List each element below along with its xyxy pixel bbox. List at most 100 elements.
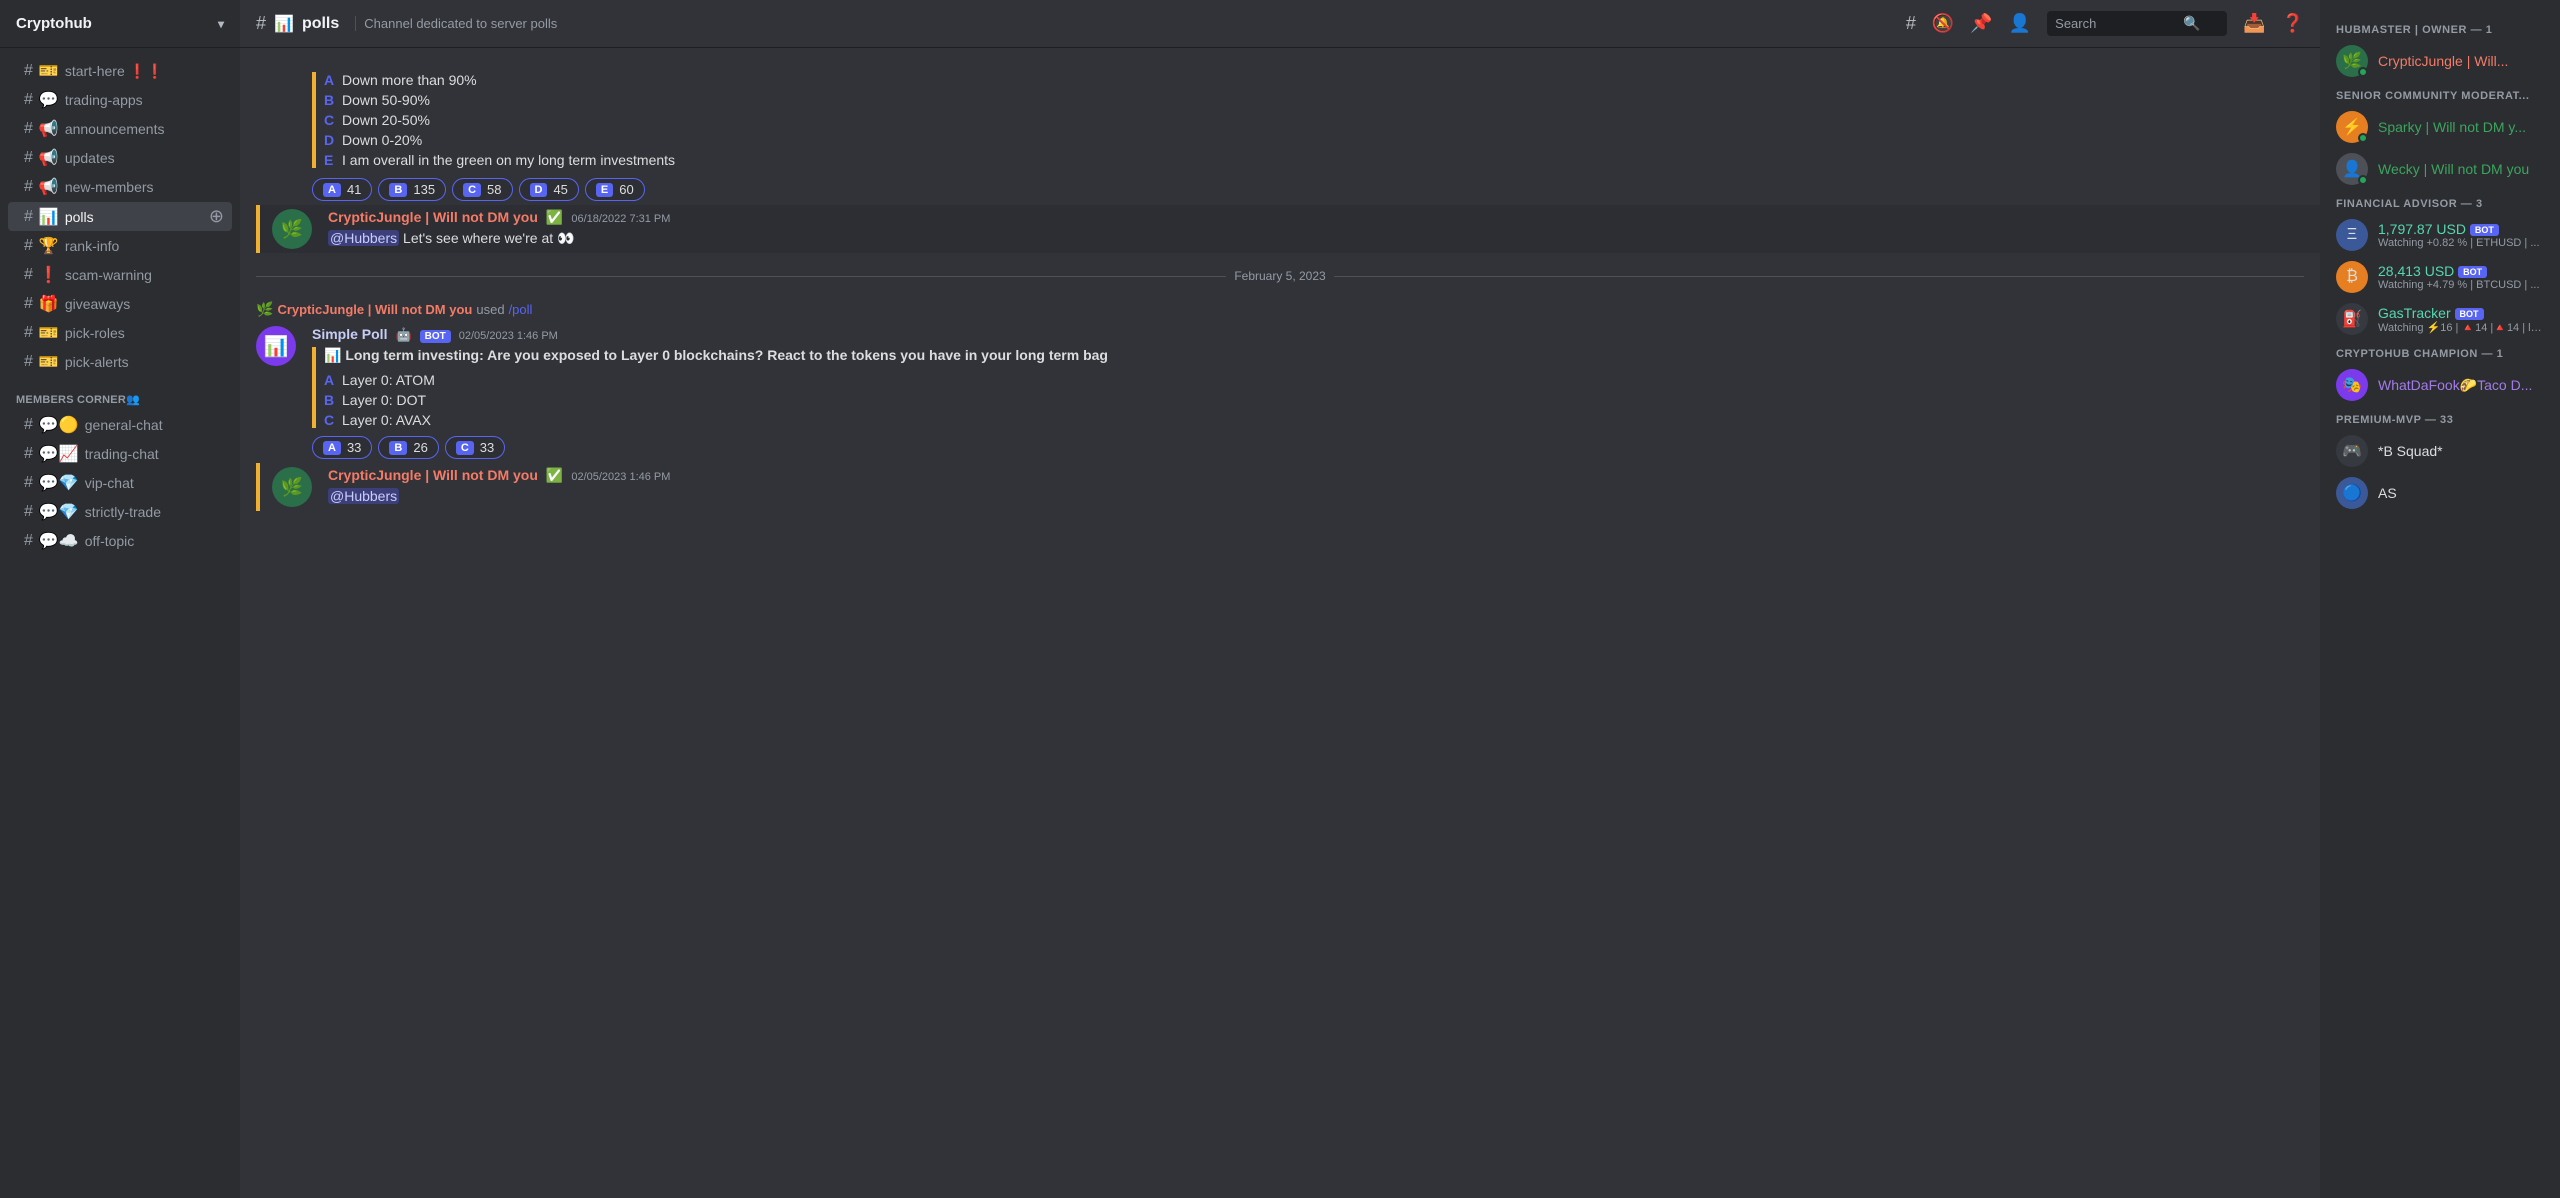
members-icon[interactable]: 👤 bbox=[2009, 13, 2031, 34]
sidebar-item-pick-roles[interactable]: # 🎫 pick-roles bbox=[8, 319, 232, 347]
sidebar-item-polls[interactable]: # 📊 polls ⊕ bbox=[8, 202, 232, 231]
sidebar-item-start-here[interactable]: # 🎫 start-here ❗❗ bbox=[8, 57, 232, 85]
bot-badge: BOT bbox=[420, 330, 451, 343]
hashtag-icon[interactable]: # bbox=[1906, 13, 1916, 34]
sidebar-item-general-chat[interactable]: # 💬🟡 general-chat bbox=[8, 411, 232, 439]
simplepoll-avatar: 📊 bbox=[256, 326, 296, 366]
hash-icon: # bbox=[24, 149, 33, 167]
member-name: GasTracker BOT bbox=[2378, 305, 2544, 321]
reaction-B[interactable]: B135 bbox=[378, 178, 446, 201]
member-item[interactable]: ⚡ Sparky | Will not DM y... bbox=[2328, 106, 2552, 148]
sidebar-item-updates[interactable]: # 📢 updates bbox=[8, 144, 232, 172]
channel-label: trading-chat bbox=[85, 446, 159, 462]
member-item[interactable]: 👤 Wecky | Will not DM you bbox=[2328, 148, 2552, 190]
status-dot bbox=[2358, 175, 2368, 185]
member-subtext: Watching +0.82 % | ETHUSD | ... bbox=[2378, 237, 2540, 249]
hash-icon: # bbox=[24, 91, 33, 109]
sidebar-item-trading-apps[interactable]: # 💬 trading-apps bbox=[8, 86, 232, 114]
channel-label: updates bbox=[65, 150, 115, 166]
reaction-E[interactable]: E60 bbox=[585, 178, 645, 201]
search-box[interactable]: 🔍 bbox=[2047, 11, 2227, 36]
poll-option: BDown 50-90% bbox=[324, 92, 675, 108]
member-avatar: 👤 bbox=[2336, 153, 2368, 185]
username2: CrypticJungle | Will not DM you bbox=[328, 467, 538, 483]
bot-icon: 🤖 bbox=[395, 327, 411, 343]
reaction-A2[interactable]: A33 bbox=[312, 436, 372, 459]
reaction-C[interactable]: C58 bbox=[452, 178, 512, 201]
sidebar-item-new-members[interactable]: # 📢 new-members bbox=[8, 173, 232, 201]
poll-option: CDown 20-50% bbox=[324, 112, 675, 128]
channel-icon: 📢 bbox=[39, 177, 59, 197]
add-member-icon[interactable]: ⊕ bbox=[209, 206, 224, 227]
reaction-A[interactable]: A41 bbox=[312, 178, 372, 201]
member-info: AS bbox=[2378, 485, 2397, 501]
simplepoll-header: Simple Poll 🤖 BOT 02/05/2023 1:46 PM bbox=[312, 326, 2304, 343]
poll-option: DDown 0-20% bbox=[324, 132, 675, 148]
help-icon[interactable]: ❓ bbox=[2282, 13, 2304, 34]
message-group-cryptic2: 🌿 CrypticJungle | Will not DM you ✅ 02/0… bbox=[256, 463, 2320, 511]
member-item[interactable]: ⛽ GasTracker BOT Watching ⚡16 | 🔺14 |🔺14… bbox=[2328, 298, 2552, 340]
sidebar-item-announcements[interactable]: # 📢 announcements bbox=[8, 115, 232, 143]
member-name: *B Squad* bbox=[2378, 443, 2443, 459]
used-poll-notice: 🌿 CrypticJungle | Will not DM you used /… bbox=[240, 299, 2320, 320]
channel-icon: 💬💎 bbox=[39, 473, 79, 493]
hash-icon: # bbox=[24, 295, 33, 313]
simplepoll-content: Simple Poll 🤖 BOT 02/05/2023 1:46 PM 📊 L… bbox=[312, 326, 2304, 459]
poll-option: ALayer 0: ATOM bbox=[324, 372, 2304, 388]
hash-icon: # bbox=[24, 324, 33, 342]
member-name: CrypticJungle | Will... bbox=[2378, 53, 2508, 69]
poll-option: CLayer 0: AVAX bbox=[324, 412, 2304, 428]
hash-icon: # bbox=[256, 13, 266, 34]
date-text: February 5, 2023 bbox=[1234, 269, 1325, 283]
pin-icon[interactable]: 📌 bbox=[1970, 13, 1992, 34]
channel-label: trading-apps bbox=[65, 92, 143, 108]
sidebar-item-pick-alerts[interactable]: # 🎫 pick-alerts bbox=[8, 348, 232, 376]
channel-icon: 📊 bbox=[39, 207, 59, 227]
member-section-title: CRYPTOHUB CHAMPION — 1 bbox=[2328, 340, 2552, 364]
sidebar-item-scam-warning[interactable]: # ❗ scam-warning bbox=[8, 261, 232, 289]
member-avatar: Ξ bbox=[2336, 219, 2368, 251]
channel-label: pick-roles bbox=[65, 325, 125, 341]
member-item[interactable]: 🎮 *B Squad* bbox=[2328, 430, 2552, 472]
timestamp: 06/18/2022 7:31 PM bbox=[571, 213, 670, 225]
reaction-B2[interactable]: B26 bbox=[378, 436, 438, 459]
server-header[interactable]: Cryptohub ▾ bbox=[0, 0, 240, 48]
reaction-D[interactable]: D45 bbox=[519, 178, 579, 201]
hash-icon: # bbox=[24, 237, 33, 255]
member-item[interactable]: Ξ 1,797.87 USD BOT Watching +0.82 % | ET… bbox=[2328, 214, 2552, 256]
used-poll-username: CrypticJungle | Will not DM you bbox=[277, 302, 472, 317]
member-item[interactable]: 🎭 WhatDaFook🌮Taco D... bbox=[2328, 364, 2552, 406]
avatar: 🌿 bbox=[272, 209, 312, 249]
channel-label: start-here ❗❗ bbox=[65, 63, 164, 80]
inbox-icon[interactable]: 📥 bbox=[2243, 13, 2265, 34]
member-name: 1,797.87 USD BOT bbox=[2378, 221, 2540, 237]
member-name: Wecky | Will not DM you bbox=[2378, 161, 2529, 177]
topbar-description: Channel dedicated to server polls bbox=[355, 16, 557, 31]
member-info: WhatDaFook🌮Taco D... bbox=[2378, 377, 2532, 394]
sidebar-item-vip-chat[interactable]: # 💬💎 vip-chat bbox=[8, 469, 232, 497]
member-avatar: 🎮 bbox=[2336, 435, 2368, 467]
sidebar-item-strictly-trade[interactable]: # 💬💎 strictly-trade bbox=[8, 498, 232, 526]
member-avatar: ⛽ bbox=[2336, 303, 2368, 335]
channel-label: scam-warning bbox=[65, 267, 152, 283]
sidebar-item-rank-info[interactable]: # 🏆 rank-info bbox=[8, 232, 232, 260]
sidebar-item-off-topic[interactable]: # 💬☁️ off-topic bbox=[8, 527, 232, 555]
sidebar-item-trading-chat[interactable]: # 💬📈 trading-chat bbox=[8, 440, 232, 468]
poll-options-block: ADown more than 90% BDown 50-90% CDown 2… bbox=[312, 68, 675, 201]
channel-label: strictly-trade bbox=[85, 504, 161, 520]
chevron-down-icon: ▾ bbox=[218, 17, 224, 31]
sidebar-item-giveaways[interactable]: # 🎁 giveaways bbox=[8, 290, 232, 318]
mention: @Hubbers bbox=[328, 230, 399, 246]
notification-icon[interactable]: 🔕 bbox=[1932, 13, 1954, 34]
member-item[interactable]: 🔵 AS bbox=[2328, 472, 2552, 514]
member-info: Sparky | Will not DM y... bbox=[2378, 119, 2526, 135]
member-info: GasTracker BOT Watching ⚡16 | 🔺14 |🔺14 |… bbox=[2378, 305, 2544, 334]
member-item[interactable]: ₿ 28,413 USD BOT Watching +4.79 % | BTCU… bbox=[2328, 256, 2552, 298]
member-item[interactable]: 🌿 CrypticJungle | Will... bbox=[2328, 40, 2552, 82]
topbar-channel: 📊 polls bbox=[274, 14, 339, 34]
search-input[interactable] bbox=[2055, 16, 2175, 31]
member-section-title: PREMIUM-MVP — 33 bbox=[2328, 406, 2552, 430]
poll-continuation: ADown more than 90% BDown 50-90% CDown 2… bbox=[240, 64, 2320, 205]
bot-badge: BOT bbox=[2470, 224, 2499, 236]
reaction-C2[interactable]: C33 bbox=[445, 436, 505, 459]
